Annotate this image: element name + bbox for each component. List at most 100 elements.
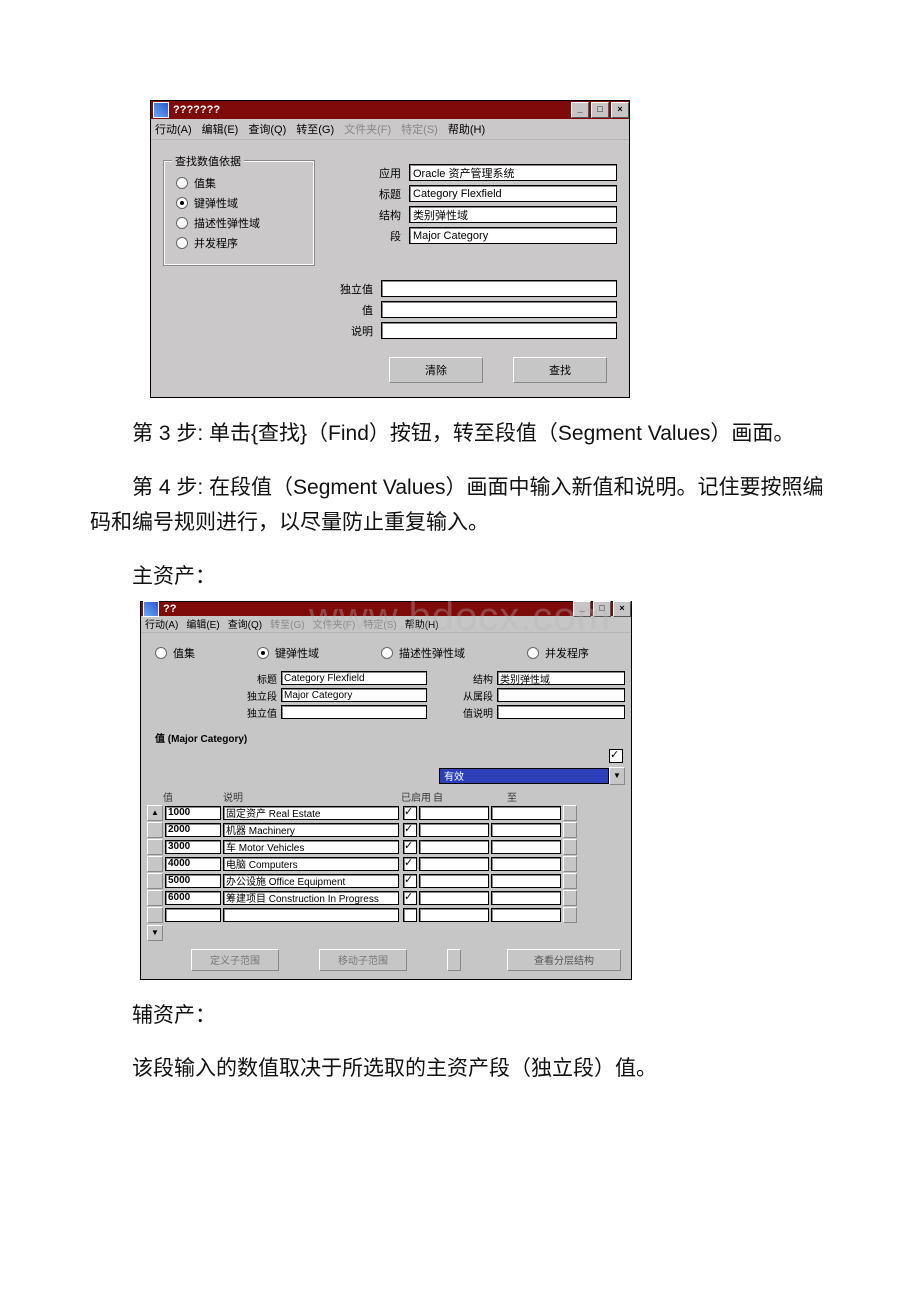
enabled-checkbox[interactable] (403, 857, 417, 871)
enabled-checkbox[interactable] (403, 874, 417, 888)
radio-keyflex[interactable]: 键弹性域 (257, 645, 319, 661)
enabled-checkbox[interactable] (403, 823, 417, 837)
value-cell[interactable]: 2000 (165, 823, 221, 837)
find-button[interactable]: 查找 (513, 357, 607, 383)
value-cell[interactable] (165, 908, 221, 922)
scroll-down-icon[interactable]: ▼ (147, 925, 163, 941)
radio-descflex[interactable]: 描述性弹性域 (381, 645, 465, 661)
radio-concprog[interactable]: 并发程序 (527, 645, 589, 661)
desc-field[interactable] (381, 322, 617, 339)
to-cell[interactable] (491, 823, 561, 837)
seg-value: Major Category (413, 230, 488, 242)
step3-text: 第 3 步: 单击{查找}（Find）按钮，转至段值（Segment Value… (90, 416, 830, 452)
move-subrange-button[interactable]: 移动子范围 (319, 949, 407, 971)
to-cell[interactable] (491, 806, 561, 820)
menu-action[interactable]: 行动(A) (155, 121, 192, 137)
row-selector[interactable] (147, 907, 163, 923)
from-cell[interactable] (419, 891, 489, 905)
w2-title-field[interactable]: Category Flexfield (281, 671, 427, 685)
close-button[interactable]: × (611, 102, 629, 118)
from-cell[interactable] (419, 908, 489, 922)
from-cell[interactable] (419, 840, 489, 854)
table-row: 2000机器 Machinery (147, 822, 625, 838)
title-value: Category Flexfield (413, 188, 502, 200)
w2-indval-field[interactable] (281, 705, 427, 719)
value-cell[interactable]: 5000 (165, 874, 221, 888)
w2-valdesc-field[interactable] (497, 705, 625, 719)
from-cell[interactable] (419, 857, 489, 871)
valid-dropdown[interactable]: 有效 (439, 768, 609, 784)
desc-cell[interactable]: 车 Motor Vehicles (223, 840, 399, 854)
define-subrange-button[interactable]: 定义子范围 (191, 949, 279, 971)
app-field[interactable]: Oracle 资产管理系统 (409, 164, 617, 181)
desc-cell[interactable]: 电脑 Computers (223, 857, 399, 871)
window-title: ??????? (173, 104, 220, 116)
value-cell[interactable]: 3000 (165, 840, 221, 854)
from-cell[interactable] (419, 874, 489, 888)
clear-button[interactable]: 清除 (389, 357, 483, 383)
row-selector[interactable] (147, 856, 163, 872)
radio-descflex[interactable]: 描述性弹性域 (176, 215, 304, 231)
desc-cell[interactable] (223, 908, 399, 922)
struct-field[interactable]: 类别弹性域 (409, 206, 617, 223)
view-hierarchy-button[interactable]: 查看分层结构 (507, 949, 621, 971)
enabled-checkbox[interactable] (403, 806, 417, 820)
row-selector[interactable] (147, 822, 163, 838)
menu-help[interactable]: 帮助(H) (405, 616, 439, 631)
w2-title-label: 标题 (151, 671, 281, 686)
chevron-down-icon[interactable]: ▼ (609, 767, 625, 785)
desc-cell[interactable]: 固定资产 Real Estate (223, 806, 399, 820)
enabled-checkbox[interactable] (403, 908, 417, 922)
desc-cell[interactable]: 机器 Machinery (223, 823, 399, 837)
radio-keyflex[interactable]: 键弹性域 (176, 195, 304, 211)
w2-indseg-field[interactable]: Major Category (281, 688, 427, 702)
col-enabled: 已启用 (401, 789, 433, 804)
maximize-button[interactable]: □ (591, 102, 609, 118)
app-label: 应用 (321, 165, 409, 181)
enabled-checkbox[interactable] (403, 840, 417, 854)
indep-field[interactable] (381, 280, 617, 297)
enabled-checkbox[interactable] (403, 891, 417, 905)
from-cell[interactable] (419, 806, 489, 820)
close-button[interactable]: × (613, 601, 631, 617)
radio-valueset[interactable]: 值集 (155, 645, 195, 661)
radio-valueset[interactable]: 值集 (176, 175, 304, 191)
seg-field[interactable]: Major Category (409, 227, 617, 244)
w2-struct-field[interactable]: 类别弹性域 (497, 671, 625, 685)
menu-edit[interactable]: 编辑(E) (202, 121, 239, 137)
overall-valid-checkbox[interactable] (609, 749, 623, 763)
menu-go[interactable]: 转至(G) (296, 121, 334, 137)
desc-cell[interactable]: 办公设施 Office Equipment (223, 874, 399, 888)
to-cell[interactable] (491, 874, 561, 888)
radio-label: 值集 (194, 175, 216, 191)
to-cell[interactable] (491, 891, 561, 905)
scroll-up-icon[interactable]: ▲ (147, 805, 163, 821)
row-selector[interactable] (147, 873, 163, 889)
to-cell[interactable] (491, 857, 561, 871)
row-selector[interactable] (147, 839, 163, 855)
radio-concprog[interactable]: 并发程序 (176, 235, 304, 251)
menu-query[interactable]: 查询(Q) (228, 616, 262, 631)
radio-label: 键弹性域 (275, 645, 319, 661)
struct-label: 结构 (321, 207, 409, 223)
menu-action[interactable]: 行动(A) (145, 616, 178, 631)
menu-query[interactable]: 查询(Q) (248, 121, 286, 137)
title-field[interactable]: Category Flexfield (409, 185, 617, 202)
minimize-button[interactable]: _ (571, 102, 589, 118)
menu-go: 转至(G) (270, 616, 304, 631)
menu-help[interactable]: 帮助(H) (448, 121, 485, 137)
minimize-button[interactable]: _ (573, 601, 591, 617)
from-cell[interactable] (419, 823, 489, 837)
value-cell[interactable]: 1000 (165, 806, 221, 820)
value-cell[interactable]: 4000 (165, 857, 221, 871)
maximize-button[interactable]: □ (593, 601, 611, 617)
desc-cell[interactable]: 筹建项目 Construction In Progress (223, 891, 399, 905)
menu-edit[interactable]: 编辑(E) (186, 616, 219, 631)
w2-dep-field[interactable] (497, 688, 625, 702)
value-cell[interactable]: 6000 (165, 891, 221, 905)
w2-indseg-value: Major Category (284, 690, 352, 701)
row-selector[interactable] (147, 890, 163, 906)
to-cell[interactable] (491, 908, 561, 922)
to-cell[interactable] (491, 840, 561, 854)
value-field[interactable] (381, 301, 617, 318)
